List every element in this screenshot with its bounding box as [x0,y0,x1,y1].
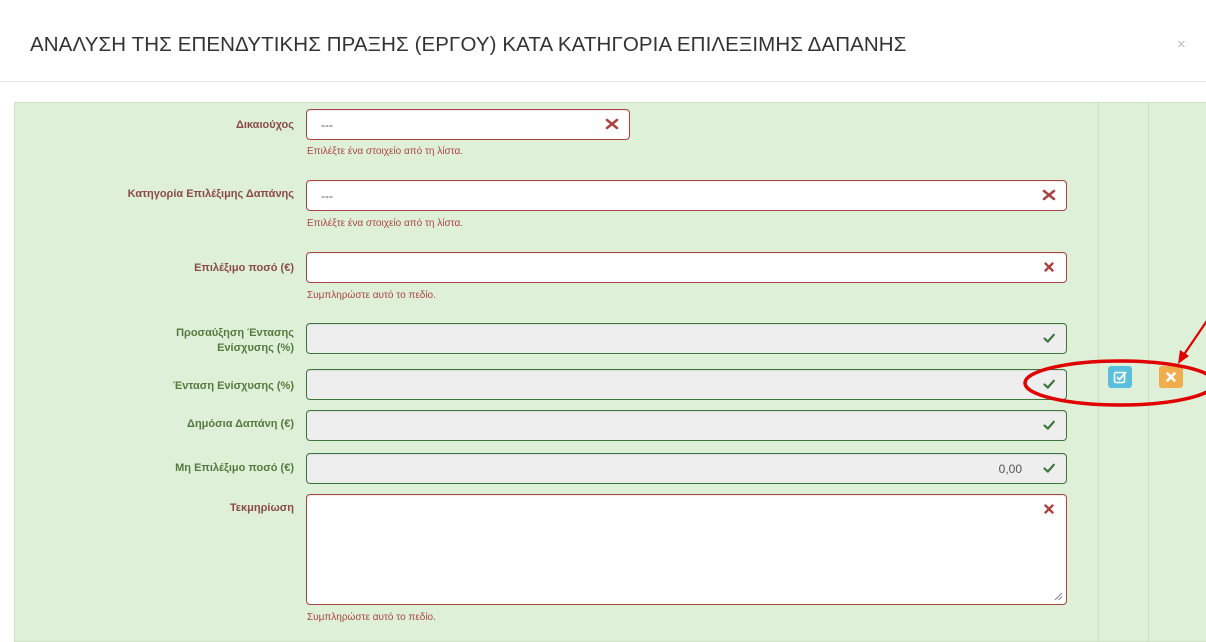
non-eligible-amount-input[interactable]: 0,00 [306,453,1067,484]
beneficiary-value: --- [321,118,333,132]
non-eligible-amount-label: Μη Επιλέξιμο ποσό (€) [175,462,294,474]
cancel-icon [1166,372,1176,382]
intensity-increase-label-line1: Προσαύξηση Έντασης [176,327,294,339]
category-select[interactable]: --- [306,180,1067,211]
expense-row-panel: Δικαιούχος --- Επιλέξτε ένα στοιχείο από… [14,102,1206,642]
remove-icon [1044,262,1054,272]
non-eligible-amount-value: 0,00 [998,462,1022,476]
beneficiary-select[interactable]: --- [306,109,630,140]
category-label: Κατηγορία Επιλέξιμης Δαπάνης [127,188,294,200]
check-icon [1043,463,1055,473]
public-expenditure-input[interactable] [306,410,1067,441]
beneficiary-label: Δικαιούχος [235,119,294,131]
check-icon [1043,420,1055,430]
aid-intensity-input[interactable] [306,369,1067,400]
close-icon[interactable]: × [1177,36,1186,53]
aid-intensity-label: Ένταση Ενίσχυσης (%) [172,380,294,392]
remove-icon [1042,189,1056,201]
check-icon [1043,379,1055,389]
category-value: --- [321,189,333,203]
justification-help: Συμπληρώστε αυτό το πεδίο. [307,612,436,623]
remove-icon [1044,504,1054,514]
public-expenditure-label: Δημόσια Δαπάνη (€) [187,418,294,430]
modal-title: ΑΝΑΛΥΣΗ ΤΗΣ ΕΠΕΝΔΥΤΙΚΗΣ ΠΡΑΞΗΣ (ΕΡΓΟΥ) Κ… [30,33,907,56]
modal-header: ΑΝΑΛΥΣΗ ΤΗΣ ΕΠΕΝΔΥΤΙΚΗΣ ΠΡΑΞΗΣ (ΕΡΓΟΥ) Κ… [0,0,1206,82]
justification-textarea[interactable] [306,494,1067,605]
resize-handle-icon[interactable] [1054,592,1063,601]
edit-icon [1113,371,1127,384]
column-divider [1098,103,1099,641]
eligible-amount-input[interactable] [306,252,1067,283]
edit-button[interactable] [1108,366,1132,388]
column-divider [1148,103,1149,641]
check-icon [1043,333,1055,343]
intensity-increase-input[interactable] [306,323,1067,354]
category-help: Επιλέξτε ένα στοιχείο από τη λίστα. [307,218,464,229]
eligible-amount-label: Επιλέξιμο ποσό (€) [194,262,294,274]
justification-label: Τεκμηρίωση [229,502,294,514]
remove-icon [605,118,619,130]
intensity-increase-label-line2: Ενίσχυσης (%) [217,342,294,354]
beneficiary-help: Επιλέξτε ένα στοιχείο από τη λίστα. [307,146,464,157]
cancel-button[interactable] [1159,366,1183,388]
intensity-increase-label: Προσαύξηση Έντασης Ενίσχυσης (%) [176,326,294,356]
eligible-amount-help: Συμπληρώστε αυτό το πεδίο. [307,290,436,301]
